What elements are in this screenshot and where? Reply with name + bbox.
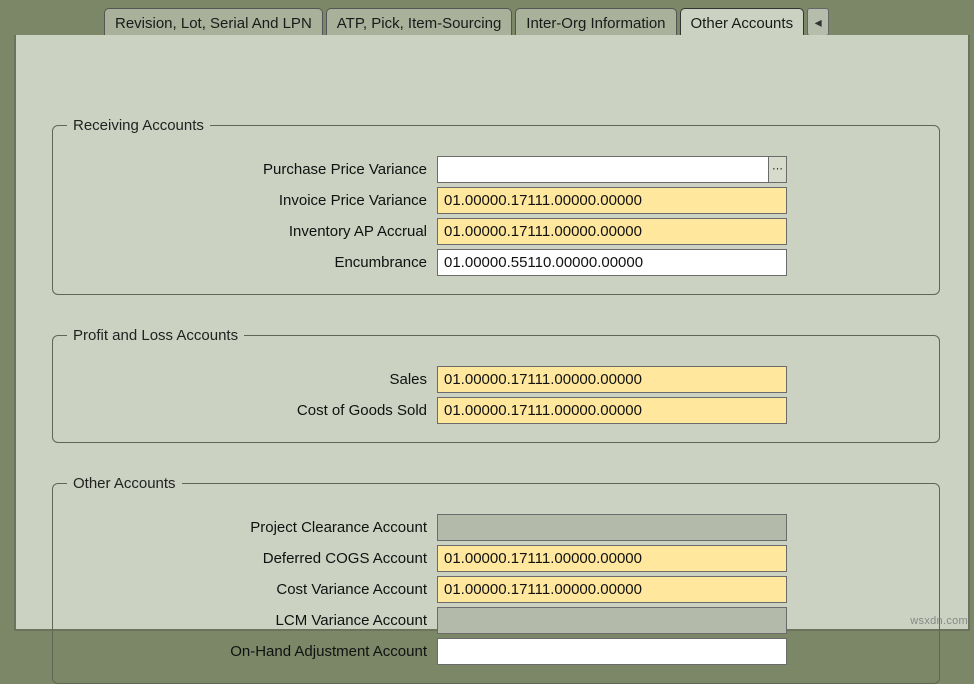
row-lcm-variance-account: LCM Variance Account — [67, 607, 925, 634]
row-deferred-cogs-account: Deferred COGS Account — [67, 545, 925, 572]
input-invoice-price-variance[interactable] — [437, 187, 787, 214]
label-project-clearance-account: Project Clearance Account — [67, 519, 437, 536]
group-legend-pnl: Profit and Loss Accounts — [67, 327, 244, 344]
label-lcm-variance-account: LCM Variance Account — [67, 612, 437, 629]
group-receiving-accounts: Receiving Accounts Purchase Price Varian… — [52, 117, 940, 295]
tab-other-accounts[interactable]: Other Accounts — [680, 8, 805, 36]
lov-button-purchase-price-variance[interactable]: ⋯ — [769, 156, 787, 183]
row-sales: Sales — [67, 366, 925, 393]
label-cost-of-goods-sold: Cost of Goods Sold — [67, 402, 437, 419]
row-purchase-price-variance: Purchase Price Variance ⋯ — [67, 156, 925, 183]
input-lcm-variance-account — [437, 607, 787, 634]
label-encumbrance: Encumbrance — [67, 254, 437, 271]
group-profit-and-loss-accounts: Profit and Loss Accounts Sales Cost of G… — [52, 327, 940, 443]
label-sales: Sales — [67, 371, 437, 388]
row-project-clearance-account: Project Clearance Account — [67, 514, 925, 541]
tab-strip: Revision, Lot, Serial And LPN ATP, Pick,… — [104, 8, 958, 36]
input-sales[interactable] — [437, 366, 787, 393]
row-invoice-price-variance: Invoice Price Variance — [67, 187, 925, 214]
group-legend-receiving: Receiving Accounts — [67, 117, 210, 134]
input-cost-of-goods-sold[interactable] — [437, 397, 787, 424]
row-cost-variance-account: Cost Variance Account — [67, 576, 925, 603]
tab-atp-pick-item-sourcing[interactable]: ATP, Pick, Item-Sourcing — [326, 8, 513, 36]
tab-revision-lot-serial-lpn[interactable]: Revision, Lot, Serial And LPN — [104, 8, 323, 36]
input-purchase-price-variance[interactable] — [437, 156, 769, 183]
content-frame: Receiving Accounts Purchase Price Varian… — [14, 35, 970, 631]
input-cost-variance-account[interactable] — [437, 576, 787, 603]
input-project-clearance-account — [437, 514, 787, 541]
row-encumbrance: Encumbrance — [67, 249, 925, 276]
label-invoice-price-variance: Invoice Price Variance — [67, 192, 437, 209]
label-deferred-cogs-account: Deferred COGS Account — [67, 550, 437, 567]
row-on-hand-adjustment-account: On-Hand Adjustment Account — [67, 638, 925, 665]
tab-content: Receiving Accounts Purchase Price Varian… — [44, 85, 948, 629]
row-cost-of-goods-sold: Cost of Goods Sold — [67, 397, 925, 424]
input-deferred-cogs-account[interactable] — [437, 545, 787, 572]
group-legend-other: Other Accounts — [67, 475, 182, 492]
input-encumbrance[interactable] — [437, 249, 787, 276]
label-inventory-ap-accrual: Inventory AP Accrual — [67, 223, 437, 240]
tab-scroll-button[interactable]: ◂ — [807, 8, 829, 36]
row-inventory-ap-accrual: Inventory AP Accrual — [67, 218, 925, 245]
watermark: wsxdn.com — [910, 615, 968, 627]
input-on-hand-adjustment-account[interactable] — [437, 638, 787, 665]
label-cost-variance-account: Cost Variance Account — [67, 581, 437, 598]
group-other-accounts: Other Accounts Project Clearance Account… — [52, 475, 940, 684]
label-on-hand-adjustment-account: On-Hand Adjustment Account — [67, 643, 437, 660]
label-purchase-price-variance: Purchase Price Variance — [67, 161, 437, 178]
input-inventory-ap-accrual[interactable] — [437, 218, 787, 245]
tab-inter-org-information[interactable]: Inter-Org Information — [515, 8, 676, 36]
